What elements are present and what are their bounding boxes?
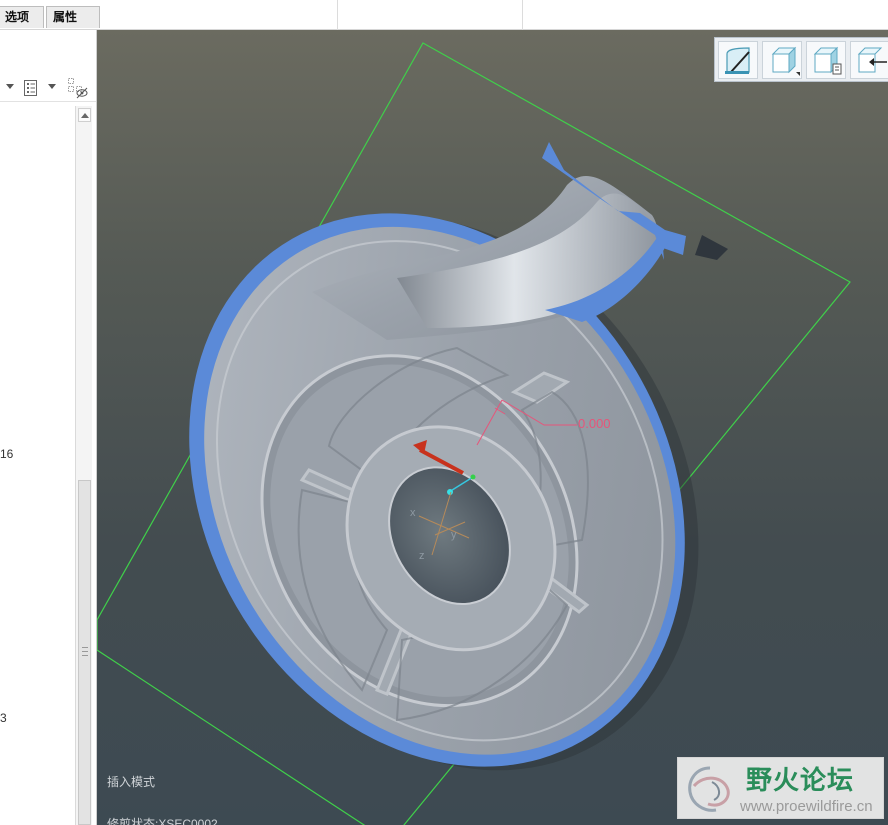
tab-divider [337,0,338,30]
dimension-value[interactable]: 0.000 [578,416,611,431]
shaded-view-button[interactable] [762,41,802,79]
grip-icon [82,647,88,656]
forum-logo-icon [684,764,740,819]
outlet-flange-end [695,235,728,260]
tab-properties[interactable]: 属性 [46,6,100,28]
tree-settings-icon[interactable] [23,79,39,100]
dropdown-arrow-icon[interactable] [48,84,56,89]
saved-views-button[interactable] [806,41,846,79]
orient-view-button[interactable] [850,41,888,79]
pump-housing-model [97,42,851,825]
scroll-up-icon[interactable] [78,108,91,122]
dropdown-arrow-icon[interactable] [6,84,14,89]
tree-item-label: 3 [0,711,7,725]
watermark-url: www.proewildfire.cn [740,798,873,815]
watermark-badge: 野火论坛 www.proewildfire.cn [677,757,884,819]
view-toolbar [714,37,888,82]
tab-options[interactable]: 选项 [0,6,44,28]
axis-z-label: z [419,550,425,562]
sketch-view-button[interactable] [718,41,758,79]
top-tab-bar: 选项 属性 [0,0,888,30]
status-section-text: 修剪状态:XSEC0002 [107,817,218,825]
axis-x-label: x [410,507,416,519]
axis-y-label: y [451,529,457,541]
watermark-title: 野火论坛 [746,766,855,796]
scrollbar-thumb[interactable] [78,480,91,825]
vertical-scrollbar[interactable] [75,106,92,825]
tab-divider [522,0,523,30]
graphics-viewport[interactable]: 0.000 x y z 插入模式 修剪状态:XSEC0002 [97,30,888,825]
model-tree-panel: 16 3 [0,30,97,825]
status-mode-text: 插入模式 [107,775,156,789]
triad-point-dot [470,474,476,480]
tree-item-label: 16 [0,447,14,461]
show-filter-icon[interactable] [67,77,89,102]
model-tree-toolbar [0,74,96,102]
